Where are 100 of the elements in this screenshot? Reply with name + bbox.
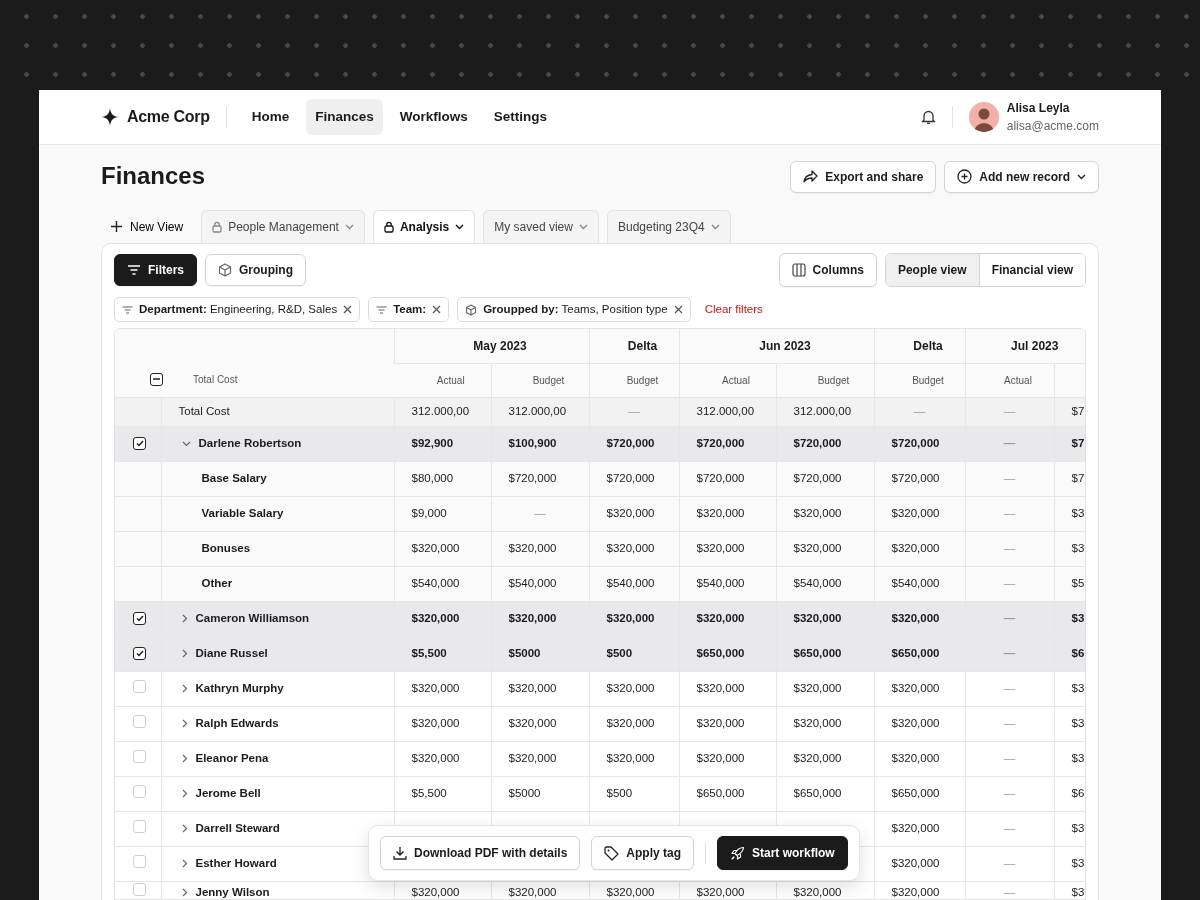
- apply-tag-button[interactable]: Apply tag: [591, 836, 694, 870]
- column-header: Actual: [965, 363, 1054, 398]
- table-cell: $320,000: [874, 496, 965, 532]
- chevron-right-icon[interactable]: [181, 684, 188, 694]
- grouping-button[interactable]: Grouping: [205, 254, 306, 286]
- chevron-right-icon[interactable]: [181, 824, 188, 834]
- filter-chip[interactable]: Department: Engineering, R&D, Sales: [114, 297, 361, 323]
- chevron-right-icon[interactable]: [181, 649, 188, 659]
- clear-filters-link[interactable]: Clear filters: [698, 301, 769, 319]
- bell-icon[interactable]: [920, 109, 936, 125]
- table-cell: $7: [1054, 426, 1085, 462]
- plus-icon: [111, 221, 122, 232]
- row-name: Darrell Steward: [195, 821, 280, 837]
- table-cell: $3: [1054, 496, 1085, 532]
- filter-chip[interactable]: Groupped by: Teams, Position type: [457, 297, 691, 323]
- table-cell: $320,000: [589, 601, 679, 637]
- table-cell: $320,000: [776, 706, 874, 742]
- nav-link[interactable]: Settings: [484, 98, 556, 136]
- table-cell: $720,000: [589, 461, 679, 497]
- view-tab[interactable]: People Management: [201, 210, 365, 243]
- check-icon: [135, 650, 144, 658]
- view-toggle-button[interactable]: People view: [885, 254, 979, 286]
- download-button[interactable]: Download PDF with details: [380, 836, 581, 870]
- table-cell: $7: [1054, 397, 1085, 427]
- table-cell: $320,000: [491, 531, 589, 567]
- chevron-right-icon[interactable]: [181, 887, 188, 897]
- tag-icon: [604, 845, 620, 861]
- table-cell: —: [874, 397, 965, 427]
- table-cell: $650,000: [874, 636, 965, 672]
- chevron-down-icon: [344, 224, 354, 230]
- table-cell: 312.000,00: [776, 397, 874, 427]
- chevron-down-icon: [1077, 173, 1086, 180]
- nav-link[interactable]: Finances: [306, 98, 383, 136]
- view-tab[interactable]: Budgeting 23Q4: [606, 210, 731, 243]
- table-cell: $5,500: [394, 636, 491, 672]
- select-all-checkbox[interactable]: [150, 372, 163, 386]
- chevron-down-icon: [455, 224, 465, 230]
- table-cell: $500: [589, 776, 679, 812]
- table-cell: —: [589, 397, 679, 427]
- chip-label: Department: Engineering, R&D, Sales: [139, 302, 338, 317]
- row-name: Kathryn Murphy: [195, 681, 284, 697]
- table-cell: $3: [1054, 531, 1085, 567]
- start-workflow-button[interactable]: Start workflow: [717, 836, 848, 870]
- table-cell: $540,000: [874, 566, 965, 602]
- table-cell: $320,000: [874, 531, 965, 567]
- row-checkbox[interactable]: [133, 647, 146, 661]
- table-cell: 312.000,00: [679, 397, 776, 427]
- table-cell: $540,000: [679, 566, 776, 602]
- nav-link[interactable]: Workflows: [390, 98, 477, 136]
- table-cell: $320,000: [589, 671, 679, 707]
- table-cell: $320,000: [776, 531, 874, 567]
- chevron-down-icon[interactable]: [181, 440, 191, 447]
- table-cell: $320,000: [589, 741, 679, 777]
- chevron-right-icon[interactable]: [181, 614, 188, 624]
- table-cell: $540,000: [776, 566, 874, 602]
- table-cell: $540,000: [491, 566, 589, 602]
- table-cell: $3: [1054, 601, 1085, 637]
- close-icon[interactable]: [343, 305, 353, 315]
- close-icon[interactable]: [673, 305, 683, 315]
- chevron-right-icon[interactable]: [181, 754, 188, 764]
- view-tab[interactable]: My saved view: [483, 210, 599, 243]
- table-cell: $320,000: [394, 741, 491, 777]
- filters-button[interactable]: Filters: [114, 254, 197, 286]
- logo-icon: [101, 108, 119, 126]
- chevron-right-icon[interactable]: [181, 859, 188, 869]
- avatar[interactable]: [968, 102, 999, 132]
- export-button[interactable]: Export and share: [790, 160, 937, 193]
- close-icon[interactable]: [432, 305, 442, 315]
- row-checkbox[interactable]: [133, 437, 146, 451]
- chevron-down-icon: [710, 224, 720, 230]
- filter-chip[interactable]: Team:: [368, 297, 450, 323]
- column-header: Budget: [874, 363, 965, 398]
- table-cell: $6: [1054, 636, 1085, 672]
- table-cell: $540,000: [589, 566, 679, 602]
- table-cell: $650,000: [874, 776, 965, 812]
- chevron-right-icon[interactable]: [181, 719, 188, 729]
- column-header: Budget: [589, 363, 679, 398]
- table-cell: $320,000: [874, 811, 965, 847]
- view-toggle-button[interactable]: Financial view: [978, 254, 1085, 286]
- chevron-right-icon[interactable]: [181, 789, 188, 799]
- row-name: Darlene Robertson: [198, 436, 302, 452]
- new-view-button[interactable]: New View: [101, 210, 194, 243]
- cube-icon: [465, 303, 478, 316]
- plus-circle-icon: [957, 169, 973, 184]
- table-cell: $320,000: [394, 601, 491, 637]
- check-icon: [135, 615, 144, 623]
- table-cell: $3: [1054, 846, 1085, 882]
- view-tab[interactable]: Analysis: [372, 210, 476, 243]
- table-cell: —: [965, 397, 1054, 427]
- row-name: Cameron Williamson: [195, 611, 310, 627]
- nav-link[interactable]: Home: [242, 98, 299, 136]
- column-header: Actual: [679, 363, 776, 398]
- table-cell: $320,000: [679, 671, 776, 707]
- table-cell: $320,000: [776, 741, 874, 777]
- add-record-button[interactable]: Add new record: [944, 160, 1099, 193]
- columns-button[interactable]: Columns: [778, 253, 877, 287]
- column-group-header: Jul 2023: [965, 329, 1085, 364]
- column-header: Actual: [394, 363, 491, 398]
- table-cell: $320,000: [589, 496, 679, 532]
- row-checkbox[interactable]: [133, 612, 146, 626]
